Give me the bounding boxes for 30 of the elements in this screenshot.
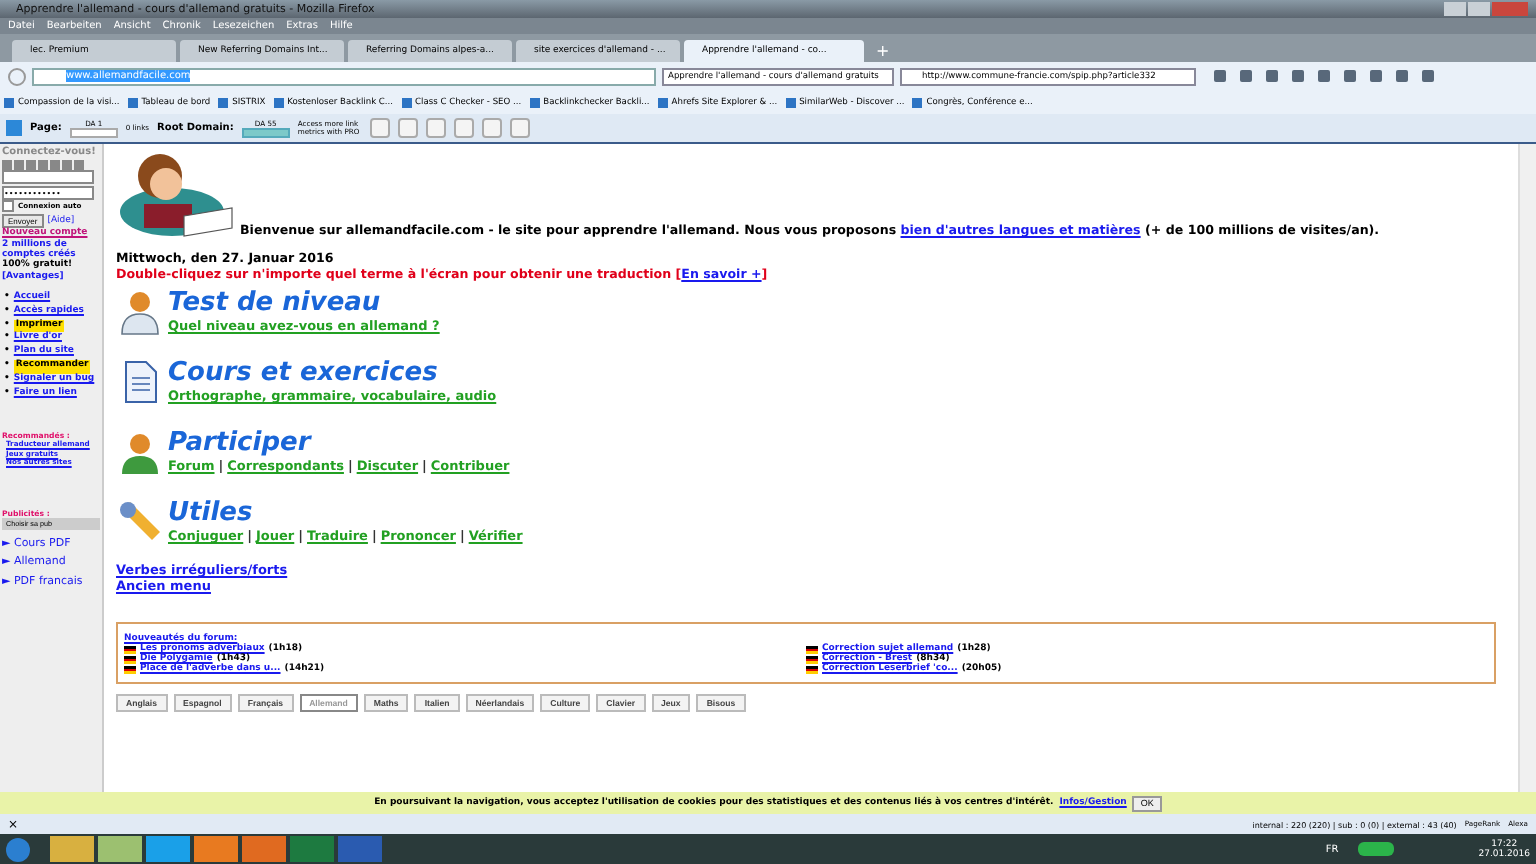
toolbar-icon[interactable] [1396, 70, 1408, 82]
toolbar-icon[interactable] [1422, 70, 1434, 82]
page-authority-bar [69, 127, 118, 137]
toolbar-icon[interactable] [1240, 70, 1252, 82]
tool-icon[interactable] [369, 118, 390, 138]
tool-icon[interactable] [481, 118, 502, 138]
wrench-icon [116, 498, 164, 546]
tool-icon[interactable] [509, 118, 530, 138]
section-heading: Test de niveau [168, 290, 383, 318]
toolbar-icon[interactable] [1292, 70, 1304, 82]
username-field[interactable] [2, 170, 94, 184]
toolbar-icon[interactable] [1318, 70, 1330, 82]
person-icon [116, 428, 164, 476]
section-heading: Cours et exercices [168, 360, 440, 388]
person-icon [116, 288, 164, 336]
toolbar-icon[interactable] [1370, 70, 1382, 82]
toolbar-icon[interactable] [1214, 70, 1226, 82]
toolbar-icon[interactable] [1344, 70, 1356, 82]
tool-icon[interactable] [397, 118, 418, 138]
start-button[interactable] [6, 837, 30, 861]
tool-icon[interactable] [425, 118, 446, 138]
battery-icon[interactable] [1358, 842, 1395, 856]
child-reading-drawing [116, 148, 236, 238]
scrollbar[interactable] [1518, 144, 1536, 792]
section-heading: Utiles [168, 500, 255, 528]
back-button[interactable] [8, 67, 26, 85]
domain-authority-bar [241, 127, 290, 137]
toolbar-icon[interactable] [1266, 70, 1278, 82]
tool-icon[interactable] [453, 118, 474, 138]
section-heading: Participer [168, 430, 314, 458]
